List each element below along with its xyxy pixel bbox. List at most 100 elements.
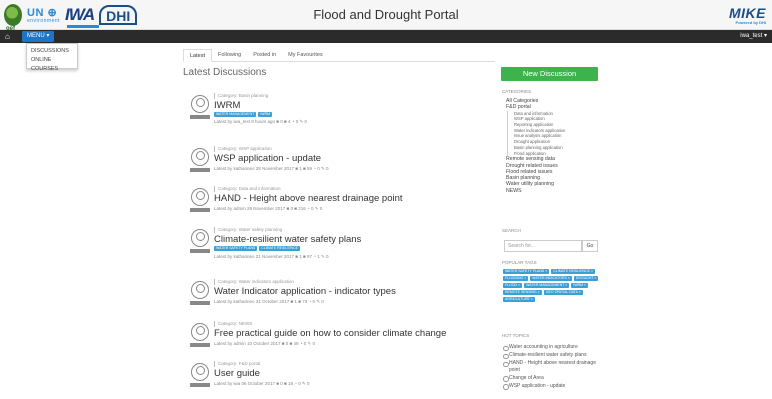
popular-tags: WATER SAFETY PLANS × CLIMATE RESILIENCE … — [503, 269, 599, 302]
tab-latest[interactable]: Latest — [183, 49, 212, 62]
category-list: All Categories F&D portal Data and infor… — [506, 98, 565, 194]
tag-chip[interactable]: WATER SAFETY PLANS — [214, 246, 258, 251]
popular-tag[interactable]: CLIMATE RESILIENCE × — [551, 269, 595, 274]
hot-topic-item[interactable]: Water accounting in agriculture — [503, 344, 599, 351]
avatar — [190, 95, 210, 119]
discussion-title[interactable]: Water Indicator application - indicator … — [214, 286, 396, 297]
discussion-title[interactable]: IWRM — [214, 100, 240, 111]
menu-dropdown: DISCUSSIONS ONLINE COURSES — [26, 43, 78, 72]
discussion-item: Category: Water indicators application W… — [190, 279, 500, 317]
avatar-label-bar — [190, 343, 210, 347]
user-avatar-icon — [191, 323, 209, 341]
category-item[interactable]: Drought related issues — [506, 163, 565, 169]
avatar — [190, 323, 210, 347]
subcategory-item[interactable]: Basin planning application — [514, 145, 565, 151]
discussion-item: Category: F&D portal User guide Latest b… — [190, 361, 500, 399]
iwa-logo-text: IWA — [65, 5, 95, 24]
category-sublist: Data and information WSP application Rep… — [507, 110, 565, 157]
discussion-tabs: Latest Following Posted in My Favourites — [183, 49, 495, 62]
discussion-meta: Latest by admin 28 November 2017 ■ 0 ■ 2… — [214, 206, 323, 211]
discussion-item: Category: Water safety planning Climate-… — [190, 227, 500, 265]
hot-topic-item[interactable]: HAND - Height above nearest drainage poi… — [503, 360, 599, 373]
hot-topic-item[interactable]: Change of Area — [503, 375, 599, 381]
user-avatar-icon — [191, 95, 209, 113]
discussion-meta: Latest by katharineo 28 November 2017 ■ … — [214, 166, 329, 171]
discussion-category[interactable]: Category: WSP application — [214, 146, 272, 152]
discussion-category[interactable]: Category: Water safety planning — [214, 227, 282, 233]
hot-topics-heading: HOT TOPICS — [502, 333, 530, 338]
un-logo-subtext: environment — [27, 18, 61, 24]
user-avatar-icon — [191, 363, 209, 381]
user-menu[interactable]: iwa_test ▾ — [740, 32, 767, 41]
tab-my-favourites[interactable]: My Favourites — [282, 49, 329, 62]
page-heading: Latest Discussions — [183, 67, 267, 78]
menu-item-discussions[interactable]: DISCUSSIONS — [31, 47, 73, 56]
mike-logo: MIKE Powered by DHI — [729, 5, 766, 25]
popular-tag[interactable]: REMOTE SENSING × — [503, 290, 542, 295]
menu-item-online-courses[interactable]: ONLINE COURSES — [31, 56, 73, 74]
user-avatar-icon — [191, 148, 209, 166]
search-go-button[interactable]: Go — [582, 240, 598, 252]
category-item[interactable]: NEWS — [506, 188, 565, 194]
popular-tag[interactable]: DROUGHT × — [573, 276, 599, 281]
partner-logos: gef UN ⊕ environment IWA DHI — [4, 3, 138, 32]
popular-tag[interactable]: WATER INDICATORS × — [530, 276, 572, 281]
mike-logo-text: MIKE — [729, 5, 766, 21]
user-avatar-icon — [191, 281, 209, 299]
tab-posted-in[interactable]: Posted in — [247, 49, 282, 62]
discussion-category[interactable]: Category: Basin planning — [214, 93, 268, 99]
popular-tag[interactable]: WATER SAFETY PLANS × — [503, 269, 550, 274]
discussion-meta: Latest by admin 10 October 2017 ■ 0 ■ 49… — [214, 341, 315, 346]
discussion-title[interactable]: HAND - Height above nearest drainage poi… — [214, 193, 403, 204]
avatar-label-bar — [190, 249, 210, 253]
avatar-label-bar — [190, 115, 210, 119]
discussion-title[interactable]: Climate-resilient water safety plans — [214, 234, 361, 245]
discussion-tags: WATER SAFETY PLANS CLIMATE RESILIENCE — [214, 246, 300, 251]
avatar — [190, 281, 210, 305]
avatar-label-bar — [190, 208, 210, 212]
main-navbar: ⌂ MENU ▾ iwa_test ▾ — [0, 30, 772, 43]
tab-following[interactable]: Following — [212, 49, 247, 62]
discussion-item: Category: Basin planning IWRM WATER MANA… — [190, 93, 500, 131]
discussion-meta: Latest by katharineo 21 November 2017 ■ … — [214, 254, 329, 259]
avatar-label-bar — [190, 168, 210, 172]
menu-button[interactable]: MENU ▾ — [22, 31, 55, 42]
discussion-title[interactable]: WSP application - update — [214, 153, 321, 164]
new-discussion-button[interactable]: New Discussion — [501, 67, 598, 81]
popular-tag[interactable]: FLOOD × — [503, 283, 523, 288]
user-avatar-icon — [191, 229, 209, 247]
popular-tags-heading: POPULAR TAGS — [502, 260, 537, 265]
hot-topic-item[interactable]: Climate-resilient water safety plans — [503, 352, 599, 359]
home-icon[interactable]: ⌂ — [5, 32, 15, 41]
tag-chip[interactable]: CLIMATE RESILIENCE — [259, 246, 300, 251]
gef-logo: gef — [4, 4, 22, 32]
avatar-label-bar — [190, 383, 210, 387]
discussion-title[interactable]: Free practical guide on how to consider … — [214, 328, 446, 339]
search-input[interactable]: Search for... — [504, 240, 582, 252]
top-header: gef UN ⊕ environment IWA DHI Flood and Dr… — [0, 0, 772, 32]
discussion-tags: WATER MANAGEMENT IWRM — [214, 112, 273, 117]
discussion-meta: Latest by katharineo 31 October 2017 ■ 1… — [214, 299, 324, 304]
avatar — [190, 188, 210, 212]
discussion-category[interactable]: Category: NEWS — [214, 321, 252, 327]
iwa-logo: IWA — [65, 5, 100, 28]
discussion-item: Category: Data and information HAND - He… — [190, 186, 500, 224]
categories-heading: CATEGORIES — [502, 89, 532, 94]
discussion-category[interactable]: Category: Water indicators application — [214, 279, 294, 285]
popular-tag[interactable]: WATER MANAGEMENT × — [524, 283, 570, 288]
hot-topics-list: Water accounting in agriculture Climate-… — [503, 344, 599, 391]
popular-tag[interactable]: IWRM × — [571, 283, 589, 288]
mike-logo-subtext: Powered by DHI — [735, 20, 766, 25]
un-environment-logo: UN ⊕ environment — [27, 6, 60, 24]
popular-tag[interactable]: AGRICULTURE × — [503, 297, 535, 302]
tag-chip[interactable]: IWRM — [258, 112, 273, 117]
discussion-title[interactable]: User guide — [214, 368, 260, 379]
user-avatar-icon — [191, 188, 209, 206]
discussion-category[interactable]: Category: F&D portal — [214, 361, 260, 367]
popular-tag[interactable]: FLOODING × — [503, 276, 529, 281]
tag-chip[interactable]: WATER MANAGEMENT — [214, 112, 257, 117]
avatar-label-bar — [190, 301, 210, 305]
popular-tag[interactable]: GEO SPATIAL DATA × — [543, 290, 583, 295]
hot-topic-item[interactable]: WSP application - update — [503, 383, 599, 389]
discussion-category[interactable]: Category: Data and information — [214, 186, 281, 192]
